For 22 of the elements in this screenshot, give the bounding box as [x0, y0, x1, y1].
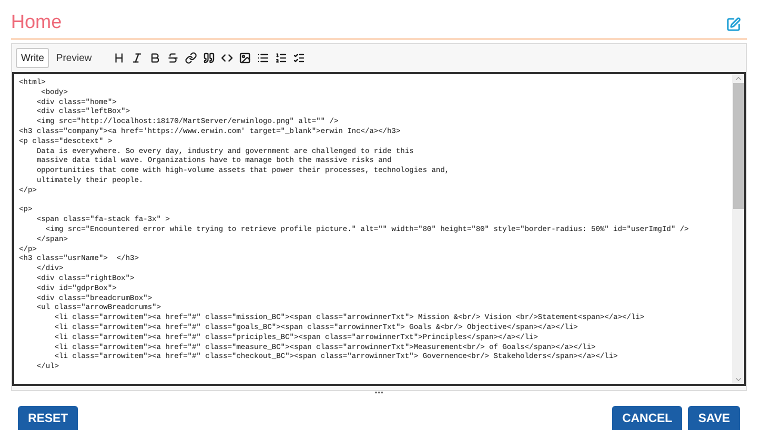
- page-title: Home: [11, 12, 62, 34]
- link-icon[interactable]: [184, 52, 197, 64]
- editor-tab[interactable]: Preview: [51, 48, 97, 68]
- heading-icon[interactable]: [112, 52, 125, 64]
- scrollbar[interactable]: [732, 74, 744, 384]
- image-icon[interactable]: [238, 52, 251, 64]
- edit-icon[interactable]: [726, 17, 741, 32]
- quote-icon[interactable]: [202, 52, 215, 64]
- scroll-thumb[interactable]: [732, 83, 744, 209]
- italic-icon[interactable]: [130, 52, 143, 64]
- code-icon[interactable]: [220, 52, 233, 64]
- action-button[interactable]: SAVE: [688, 406, 740, 430]
- code-editor[interactable]: [12, 72, 746, 386]
- checklist-icon[interactable]: [292, 52, 305, 64]
- editor-tab[interactable]: Write: [16, 48, 50, 68]
- action-button[interactable]: RESET: [18, 406, 78, 430]
- numbered-list-icon[interactable]: [274, 52, 287, 64]
- action-button[interactable]: CANCEL: [612, 406, 682, 430]
- strikethrough-icon[interactable]: [166, 52, 179, 64]
- bold-icon[interactable]: [148, 52, 161, 64]
- bullet-list-icon[interactable]: [256, 52, 269, 64]
- resize-grip-icon[interactable]: [375, 391, 383, 394]
